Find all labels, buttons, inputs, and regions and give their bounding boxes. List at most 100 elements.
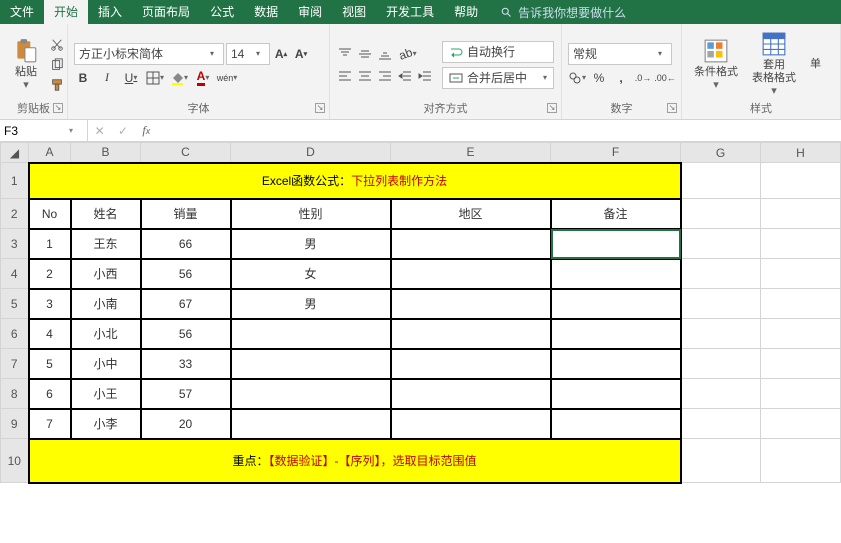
tab-review[interactable]: 审阅 xyxy=(288,0,332,24)
tab-file[interactable]: 文件 xyxy=(0,0,44,24)
align-middle-button[interactable] xyxy=(356,45,374,63)
data-cell[interactable]: 小中 xyxy=(71,349,141,379)
row-header[interactable]: 4 xyxy=(1,259,29,289)
col-header[interactable]: E xyxy=(391,143,551,163)
underline-button[interactable]: U▾ xyxy=(122,69,140,87)
format-as-table-button[interactable]: 套用 表格格式▾ xyxy=(746,29,802,101)
font-color-button[interactable]: A▾ xyxy=(194,69,212,87)
data-cell[interactable] xyxy=(391,379,551,409)
tab-developer[interactable]: 开发工具 xyxy=(376,0,444,24)
increase-decimal-button[interactable]: .0→ xyxy=(634,69,652,87)
data-cell[interactable]: 3 xyxy=(29,289,71,319)
data-cell[interactable] xyxy=(231,349,391,379)
data-cell[interactable] xyxy=(391,229,551,259)
data-cell[interactable]: 小南 xyxy=(71,289,141,319)
decrease-decimal-button[interactable]: .00← xyxy=(656,69,674,87)
data-cell[interactable]: 6 xyxy=(29,379,71,409)
row-header[interactable]: 10 xyxy=(1,439,29,483)
data-cell[interactable] xyxy=(231,319,391,349)
decrease-indent-button[interactable] xyxy=(396,67,414,85)
row-header[interactable]: 6 xyxy=(1,319,29,349)
tab-formulas[interactable]: 公式 xyxy=(200,0,244,24)
data-cell[interactable] xyxy=(551,289,681,319)
data-cell[interactable]: 67 xyxy=(141,289,231,319)
insert-function-button[interactable]: fx xyxy=(137,123,155,138)
data-cell[interactable]: 4 xyxy=(29,319,71,349)
clipboard-launcher[interactable]: ↘ xyxy=(53,103,63,113)
font-size-combo[interactable]: 14▾ xyxy=(226,43,270,65)
formula-input[interactable] xyxy=(158,121,841,141)
data-cell[interactable]: 男 xyxy=(231,229,391,259)
name-box[interactable]: ▾ xyxy=(0,120,88,142)
data-cell[interactable] xyxy=(551,319,681,349)
col-header[interactable]: C xyxy=(141,143,231,163)
footer-cell[interactable]: 重点：【数据验证】-【序列】，选取目标范围值 xyxy=(29,439,681,483)
data-cell[interactable] xyxy=(231,409,391,439)
data-cell[interactable]: 小北 xyxy=(71,319,141,349)
copy-button[interactable] xyxy=(48,56,66,74)
data-cell[interactable]: 小西 xyxy=(71,259,141,289)
data-cell[interactable] xyxy=(391,289,551,319)
data-cell[interactable]: 56 xyxy=(141,259,231,289)
tab-home[interactable]: 开始 xyxy=(44,0,88,24)
data-cell[interactable] xyxy=(391,349,551,379)
data-cell[interactable]: 女 xyxy=(231,259,391,289)
col-header[interactable]: G xyxy=(681,143,761,163)
font-name-combo[interactable]: 方正小标宋简体▾ xyxy=(74,43,224,65)
data-cell[interactable]: 33 xyxy=(141,349,231,379)
active-cell[interactable] xyxy=(551,229,681,259)
paste-button[interactable]: 粘贴 ▾ xyxy=(6,29,46,101)
font-launcher[interactable]: ↘ xyxy=(315,103,325,113)
row-header[interactable]: 5 xyxy=(1,289,29,319)
align-bottom-button[interactable] xyxy=(376,45,394,63)
data-cell[interactable]: 王东 xyxy=(71,229,141,259)
worksheet-grid[interactable]: ◢ A B C D E F G H 1 Excel函数公式：下拉列表制作方法 2… xyxy=(0,142,841,543)
data-cell[interactable] xyxy=(391,259,551,289)
col-header[interactable]: F xyxy=(551,143,681,163)
header-cell[interactable]: 地区 xyxy=(391,199,551,229)
data-cell[interactable]: 56 xyxy=(141,319,231,349)
data-cell[interactable]: 66 xyxy=(141,229,231,259)
data-cell[interactable]: 小王 xyxy=(71,379,141,409)
tab-insert[interactable]: 插入 xyxy=(88,0,132,24)
header-cell[interactable]: No xyxy=(29,199,71,229)
data-cell[interactable]: 1 xyxy=(29,229,71,259)
data-cell[interactable] xyxy=(551,259,681,289)
align-left-button[interactable] xyxy=(336,67,354,85)
cut-button[interactable] xyxy=(48,36,66,54)
select-all-corner[interactable]: ◢ xyxy=(1,143,29,163)
row-header[interactable]: 1 xyxy=(1,163,29,199)
percent-button[interactable]: % xyxy=(590,69,608,87)
align-right-button[interactable] xyxy=(376,67,394,85)
data-cell[interactable]: 57 xyxy=(141,379,231,409)
col-header[interactable]: H xyxy=(761,143,841,163)
accounting-format-button[interactable]: ▾ xyxy=(568,69,586,87)
row-header[interactable]: 2 xyxy=(1,199,29,229)
data-cell[interactable] xyxy=(551,379,681,409)
number-format-combo[interactable]: 常规▾ xyxy=(568,43,672,65)
align-center-button[interactable] xyxy=(356,67,374,85)
format-painter-button[interactable] xyxy=(48,76,66,94)
increase-indent-button[interactable] xyxy=(416,67,434,85)
bold-button[interactable]: B xyxy=(74,69,92,87)
number-launcher[interactable]: ↘ xyxy=(667,103,677,113)
fill-color-button[interactable]: ▾ xyxy=(170,69,188,87)
orientation-button[interactable]: ab▾ xyxy=(396,45,420,63)
data-cell[interactable] xyxy=(551,409,681,439)
italic-button[interactable]: I xyxy=(98,69,116,87)
enter-formula-button[interactable]: ✓ xyxy=(114,124,132,138)
header-cell[interactable]: 备注 xyxy=(551,199,681,229)
data-cell[interactable]: 5 xyxy=(29,349,71,379)
col-header[interactable]: B xyxy=(71,143,141,163)
data-cell[interactable]: 男 xyxy=(231,289,391,319)
conditional-format-button[interactable]: 条件格式▾ xyxy=(688,29,744,101)
name-box-dropdown[interactable]: ▾ xyxy=(64,126,78,135)
tab-page-layout[interactable]: 页面布局 xyxy=(132,0,200,24)
row-header[interactable]: 8 xyxy=(1,379,29,409)
data-cell[interactable] xyxy=(231,379,391,409)
col-header[interactable]: A xyxy=(29,143,71,163)
title-cell[interactable]: Excel函数公式：下拉列表制作方法 xyxy=(29,163,681,199)
data-cell[interactable]: 2 xyxy=(29,259,71,289)
phonetic-button[interactable]: wén▾ xyxy=(218,69,236,87)
border-button[interactable]: ▾ xyxy=(146,69,164,87)
